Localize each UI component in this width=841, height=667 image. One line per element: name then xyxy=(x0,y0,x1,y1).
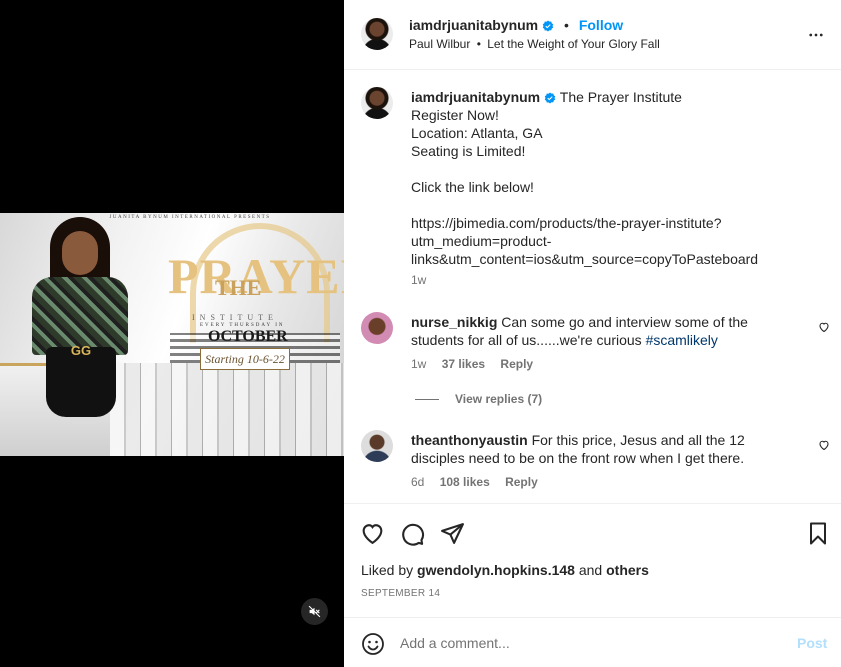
caption-line: Click the link below! xyxy=(411,179,534,195)
caption-line: Register Now! xyxy=(411,107,499,123)
avatar[interactable] xyxy=(361,430,393,462)
post-comment-button[interactable]: Post xyxy=(797,635,827,651)
reply-button[interactable]: Reply xyxy=(505,475,538,489)
post-header: iamdrjuanitabynum • Follow Paul Wilbur •… xyxy=(344,0,841,70)
poster-crowd xyxy=(110,363,344,456)
poster-the: THE xyxy=(215,275,262,300)
post-image[interactable]: GG JUANITA BYNUM INTERNATIONAL PRESENTS … xyxy=(0,213,344,456)
audio-info[interactable]: Paul Wilbur • Let the Weight of Your Glo… xyxy=(409,37,660,51)
caption-line xyxy=(411,196,831,214)
liked-by-and: and xyxy=(578,562,603,578)
caption-title: The Prayer Institute xyxy=(559,89,682,105)
speaker-muted-icon xyxy=(308,605,321,618)
comment-text: nurse_nikkig Can some go and interview s… xyxy=(411,313,791,349)
liked-by-prefix: Liked by xyxy=(361,562,414,578)
comment-input[interactable] xyxy=(400,631,780,655)
reply-button[interactable]: Reply xyxy=(500,357,533,371)
comment-time[interactable]: 6d xyxy=(411,475,424,489)
caption-username[interactable]: iamdrjuanitabynum xyxy=(411,89,540,105)
mute-button[interactable] xyxy=(301,598,328,625)
share-paper-plane-icon[interactable] xyxy=(440,521,465,546)
avatar[interactable] xyxy=(361,312,393,344)
poster-month: OCTOBER xyxy=(208,328,288,345)
header-user-line: iamdrjuanitabynum • Follow xyxy=(409,17,623,33)
caption-link[interactable]: utm_medium=product- xyxy=(411,232,831,250)
comment-likes[interactable]: 108 likes xyxy=(440,475,490,489)
more-options-icon[interactable] xyxy=(807,26,825,44)
comment-meta: 6d 108 likes Reply xyxy=(411,475,550,489)
comment-meta: 1w 37 likes Reply xyxy=(411,357,545,371)
audio-separator: • xyxy=(476,37,481,51)
liked-by-others[interactable]: others xyxy=(606,562,649,578)
comment-like-icon[interactable] xyxy=(818,439,830,451)
caption-line xyxy=(411,160,831,178)
post-date[interactable]: SEPTEMBER 14 xyxy=(361,588,440,599)
post-actions: Liked by gwendolyn.hopkins.148 and other… xyxy=(344,503,841,617)
comment-time[interactable]: 1w xyxy=(411,357,426,371)
poster-start-date: Starting 10-6-22 xyxy=(200,348,290,370)
caption-line: Seating is Limited! xyxy=(411,143,526,159)
post-sidebar: iamdrjuanitabynum • Follow Paul Wilbur •… xyxy=(344,0,841,667)
replies-divider xyxy=(415,398,439,400)
comment-username[interactable]: theanthonyaustin xyxy=(411,432,528,448)
avatar[interactable] xyxy=(361,87,393,119)
like-heart-icon[interactable] xyxy=(360,521,385,546)
avatar[interactable] xyxy=(361,18,393,50)
save-bookmark-icon[interactable] xyxy=(806,521,830,546)
poster-woman: GG xyxy=(20,217,140,417)
caption-link[interactable]: https://jbimedia.com/products/the-prayer… xyxy=(411,214,831,232)
comment-bubble-icon[interactable] xyxy=(400,521,425,546)
audio-artist[interactable]: Paul Wilbur xyxy=(409,37,470,51)
comment-username[interactable]: nurse_nikkig xyxy=(411,314,497,330)
comment-like-icon[interactable] xyxy=(818,321,830,333)
poster-presents: JUANITA BYNUM INTERNATIONAL PRESENTS xyxy=(109,215,271,220)
caption-link[interactable]: links&utm_content=ios&utm_source=copyToP… xyxy=(411,250,831,268)
post-media[interactable]: GG JUANITA BYNUM INTERNATIONAL PRESENTS … xyxy=(0,0,344,667)
comment-hashtag[interactable]: #scamlikely xyxy=(646,332,718,348)
liked-by: Liked by gwendolyn.hopkins.148 and other… xyxy=(361,562,649,578)
emoji-icon[interactable] xyxy=(361,632,385,656)
poster-woman-face xyxy=(62,231,98,275)
comment-text: theanthonyaustin For this price, Jesus a… xyxy=(411,431,791,467)
comment-likes[interactable]: 37 likes xyxy=(442,357,485,371)
view-replies-button[interactable]: View replies (7) xyxy=(415,392,542,406)
verified-badge-icon xyxy=(542,20,554,32)
poster-institute: INSTITUTE xyxy=(192,313,278,322)
add-comment-bar: Post xyxy=(344,617,841,667)
view-replies-label[interactable]: View replies (7) xyxy=(455,392,542,406)
caption-line: Location: Atlanta, GA xyxy=(411,125,543,141)
liked-by-user[interactable]: gwendolyn.hopkins.148 xyxy=(417,562,575,578)
verified-badge-icon xyxy=(544,92,556,104)
poster-belt-logo: GG xyxy=(70,343,92,358)
caption-text: iamdrjuanitabynum The Prayer Institute R… xyxy=(411,88,831,268)
follow-button[interactable]: Follow xyxy=(579,17,623,33)
caption-timestamp[interactable]: 1w xyxy=(411,273,426,287)
header-username[interactable]: iamdrjuanitabynum xyxy=(409,17,538,33)
header-separator: • xyxy=(564,17,569,33)
audio-title[interactable]: Let the Weight of Your Glory Fall xyxy=(487,37,660,51)
